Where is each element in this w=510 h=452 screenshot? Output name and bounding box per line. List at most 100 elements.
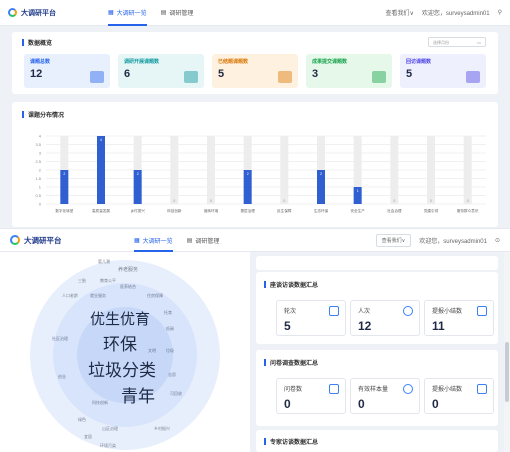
cloud-word[interactable]: 低碳 [166, 325, 174, 331]
cloud-word[interactable]: 宜居 [84, 433, 92, 439]
x-tick-label: 高质量发展 [92, 208, 110, 213]
data-label: 0 [283, 199, 285, 203]
scrollbar-thumb[interactable] [505, 342, 509, 402]
cloud-word[interactable]: 托育 [164, 309, 172, 315]
tab-overview[interactable]: ▦ 大调研一览 [108, 0, 147, 26]
cloud-word[interactable]: 优生优育 [90, 311, 150, 328]
cloud-word[interactable]: 人口老龄 [62, 292, 78, 298]
app-logo[interactable]: 大调研平台 [8, 8, 88, 18]
x-tick-label: 党建引领 [424, 208, 439, 213]
surveys-count-value: 0 [284, 397, 291, 411]
data-label: 0 [210, 199, 212, 203]
data-label: 2 [247, 172, 249, 176]
stat-card[interactable]: 已结题课题数 5 [212, 54, 298, 88]
overview-title: 数据概览 [22, 38, 52, 47]
search-icon[interactable]: ⚲ [498, 9, 502, 16]
cloud-word[interactable]: 山区治理 [102, 425, 118, 431]
data-label: 0 [173, 199, 175, 203]
visits-rounds-card: 轮次 5 [276, 300, 346, 336]
visits-people-value: 12 [358, 319, 372, 333]
cloud-word[interactable]: 创业 [58, 373, 66, 379]
tab-overview-2[interactable]: ▦ 大调研一览 [134, 228, 173, 252]
view-dropdown-2[interactable]: 查看我们∨ [375, 233, 412, 247]
visits-summary-value: 11 [432, 319, 445, 333]
stat-card[interactable]: 成果提交课题数 3 [306, 54, 392, 88]
header-right: 查看我们∨ 欢迎您，surveysadmin01 ⚲ [385, 8, 502, 17]
visits-summary-card: 提报小结数 11 [424, 300, 494, 336]
y-tick-label: 1 [39, 185, 42, 190]
logo-icon [8, 8, 17, 17]
cloud-word[interactable]: 青年 [121, 387, 155, 406]
app-logo-2[interactable]: 大调研平台 [10, 235, 100, 246]
top-card-fragment [256, 256, 498, 270]
stat-label: 成果提交课题数 [312, 59, 348, 65]
view-dropdown[interactable]: 查看我们∨ [385, 8, 413, 17]
document-icon [329, 384, 339, 394]
stat-label: 课题总数 [30, 59, 51, 65]
surveys-sample-card: 有效样本量 0 [350, 378, 420, 414]
bar-background [170, 136, 179, 204]
bar-background [207, 136, 215, 204]
list-icon: ▤ [186, 237, 193, 244]
document-icon [329, 306, 339, 316]
cloud-word[interactable]: 科技创新 [92, 399, 108, 405]
cloud-word[interactable]: 可回收 [170, 390, 182, 396]
visits-panel: 座谈访谈数据汇总 轮次 5 人次 12 提报小结数 11 [256, 272, 498, 344]
tab-management[interactable]: ▤ 调研管理 [161, 8, 194, 17]
stat-icon [466, 71, 480, 83]
stat-label: 调研开展课题数 [124, 59, 160, 65]
visits-people-card: 人次 12 [350, 300, 420, 336]
welcome-prefix: 欢迎您， [421, 11, 446, 17]
welcome-text: 欢迎您，surveysadmin01 [422, 8, 490, 17]
app-title: 大调研平台 [21, 9, 56, 17]
cloud-word[interactable]: 环境污染 [100, 442, 116, 448]
stat-label: 已结题课题数 [218, 59, 249, 65]
bar-background [390, 136, 399, 204]
cloud-word[interactable]: 文明 [148, 347, 156, 353]
data-label: 2 [137, 172, 139, 176]
cloud-word[interactable]: 医养结合 [120, 283, 136, 289]
x-tick-label: 营商环境 [204, 208, 219, 213]
x-tick-label: 社会治理 [387, 208, 402, 213]
settings-icon[interactable]: ⊙ [495, 237, 500, 244]
tab-management-2[interactable]: ▤ 调研管理 [187, 236, 220, 245]
scrollbar[interactable] [504, 252, 510, 452]
cloud-word[interactable]: 三胎 [78, 277, 86, 283]
cloud-word[interactable]: 社区治理 [52, 335, 68, 341]
word-cloud: 优生优育环保垃圾分类青年 养老服务 婴儿潮三胎 教育公平医养结合人口老龄 就业服务 住房保… [0, 252, 250, 452]
overview-panel: 数据概览 选择月份 ▭ 课题总数 12 调研开展课题数 6 已结题课题数 5 成果提交课题数 3… [12, 32, 498, 94]
cloud-word[interactable]: 绿色 [78, 416, 86, 422]
month-picker[interactable]: 选择月份 ▭ [428, 37, 486, 47]
surveys-summary-card: 提报小结数 0 [424, 378, 494, 414]
cloud-word[interactable]: 住房保障 [147, 292, 163, 298]
bar-background [280, 136, 289, 204]
bar-background [463, 136, 472, 204]
cloud-word[interactable]: 婴儿潮 [98, 258, 110, 264]
cloud-word[interactable]: 就业服务 [90, 292, 106, 298]
surveys-sample-value: 0 [358, 397, 365, 411]
bar-background [427, 136, 435, 204]
data-label: 1 [357, 189, 359, 193]
surveys-count-card: 问卷数 0 [276, 378, 346, 414]
username-2: surveysadmin01 [443, 238, 487, 245]
person-icon [403, 384, 413, 394]
cloud-word[interactable]: 教育公平 [100, 277, 116, 283]
top-header: 大调研平台 ▦ 大调研一览 ▤ 调研管理 查看我们∨ 欢迎您，surveysadmi… [0, 0, 510, 26]
data-label: 4 [100, 138, 102, 142]
cloud-word[interactable]: 垃圾 [166, 347, 174, 353]
x-tick-label: 科技创新 [167, 208, 182, 213]
stat-card[interactable]: 回访课题数 5 [400, 54, 486, 88]
stat-icon [184, 71, 198, 83]
list-icon: ▤ [160, 10, 167, 16]
cloud-word[interactable]: 养老服务 [118, 266, 138, 273]
cloud-word[interactable]: 环保 [103, 335, 137, 354]
cloud-word[interactable]: 乡村振兴 [154, 425, 170, 431]
tab-overview-label: 大调研一览 [116, 11, 147, 17]
stat-label: 回访课题数 [406, 59, 432, 65]
stat-card[interactable]: 调研开展课题数 6 [118, 54, 204, 88]
stat-card[interactable]: 课题总数 12 [24, 54, 110, 88]
welcome-prefix-2: 欢迎您， [419, 238, 444, 245]
stat-icon [372, 71, 386, 83]
cloud-word[interactable]: 垃圾分类 [88, 361, 156, 380]
cloud-word[interactable]: 志愿 [168, 371, 176, 377]
